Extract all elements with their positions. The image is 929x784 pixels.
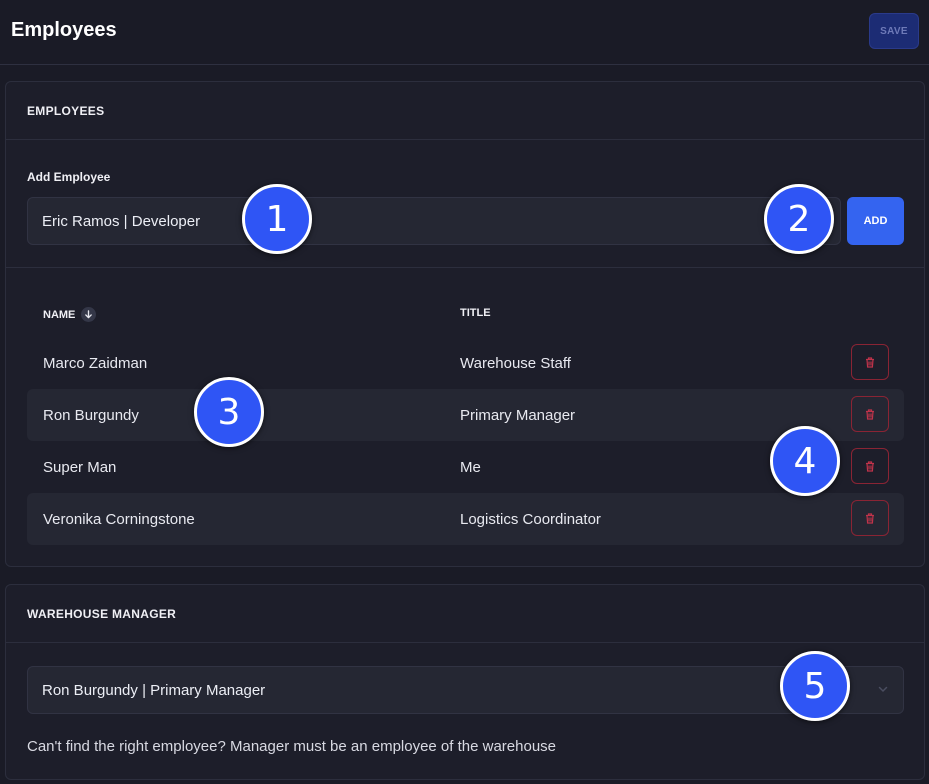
column-header-title[interactable]: TITLE <box>460 307 491 319</box>
page-title: Employees <box>11 19 117 41</box>
column-header-name-label: NAME <box>43 308 76 321</box>
annotation-badge-2: 2 <box>764 184 834 254</box>
add-employee-input[interactable]: Eric Ramos | Developer <box>27 197 841 245</box>
annotation-badge-3: 3 <box>194 377 264 447</box>
employee-title: Me <box>460 458 481 476</box>
warehouse-manager-select[interactable]: Ron Burgundy | Primary Manager <box>27 666 904 714</box>
employees-card-title: EMPLOYEES <box>27 104 105 118</box>
add-employee-input-value: Eric Ramos | Developer <box>42 212 201 230</box>
annotation-badge-1: 1 <box>242 184 312 254</box>
section-divider <box>6 267 924 268</box>
warehouse-manager-card-title: WAREHOUSE MANAGER <box>27 607 177 621</box>
table-row: Veronika Corningstone Logistics Coordina… <box>27 493 904 545</box>
employee-title: Logistics Coordinator <box>460 510 601 528</box>
employee-name: Marco Zaidman <box>43 354 148 372</box>
trash-icon <box>866 512 874 524</box>
trash-icon <box>866 460 874 472</box>
delete-employee-button[interactable] <box>851 396 889 432</box>
delete-employee-button[interactable] <box>851 344 889 380</box>
warehouse-manager-helper-text: Can't find the right employee? Manager m… <box>27 738 557 755</box>
employee-name: Ron Burgundy <box>43 406 139 424</box>
employees-card-header: EMPLOYEES <box>6 82 924 140</box>
trash-icon <box>866 408 874 420</box>
trash-icon <box>866 356 874 368</box>
employee-name: Veronika Corningstone <box>43 510 195 528</box>
delete-employee-button[interactable] <box>851 448 889 484</box>
table-row: Marco Zaidman Warehouse Staff <box>27 337 904 389</box>
annotation-badge-4: 4 <box>770 426 840 496</box>
employee-title: Warehouse Staff <box>460 354 571 372</box>
employee-name: Super Man <box>43 458 117 476</box>
chevron-down-icon <box>878 686 888 693</box>
employees-card: EMPLOYEES Add Employee Eric Ramos | Deve… <box>5 81 925 567</box>
save-button[interactable]: SAVE <box>869 13 919 49</box>
top-bar: Employees SAVE <box>0 0 929 65</box>
table-row: Ron Burgundy Primary Manager <box>27 389 904 441</box>
annotation-badge-5: 5 <box>780 651 850 721</box>
employee-title: Primary Manager <box>460 406 576 424</box>
column-header-name[interactable]: NAME <box>43 307 97 322</box>
warehouse-manager-selected-value: Ron Burgundy | Primary Manager <box>42 681 266 699</box>
warehouse-manager-card-header: WAREHOUSE MANAGER <box>6 585 924 643</box>
delete-employee-button[interactable] <box>851 500 889 536</box>
arrow-down-icon[interactable] <box>81 307 97 322</box>
add-employee-button[interactable]: ADD <box>847 197 904 245</box>
add-employee-label: Add Employee <box>27 170 111 184</box>
